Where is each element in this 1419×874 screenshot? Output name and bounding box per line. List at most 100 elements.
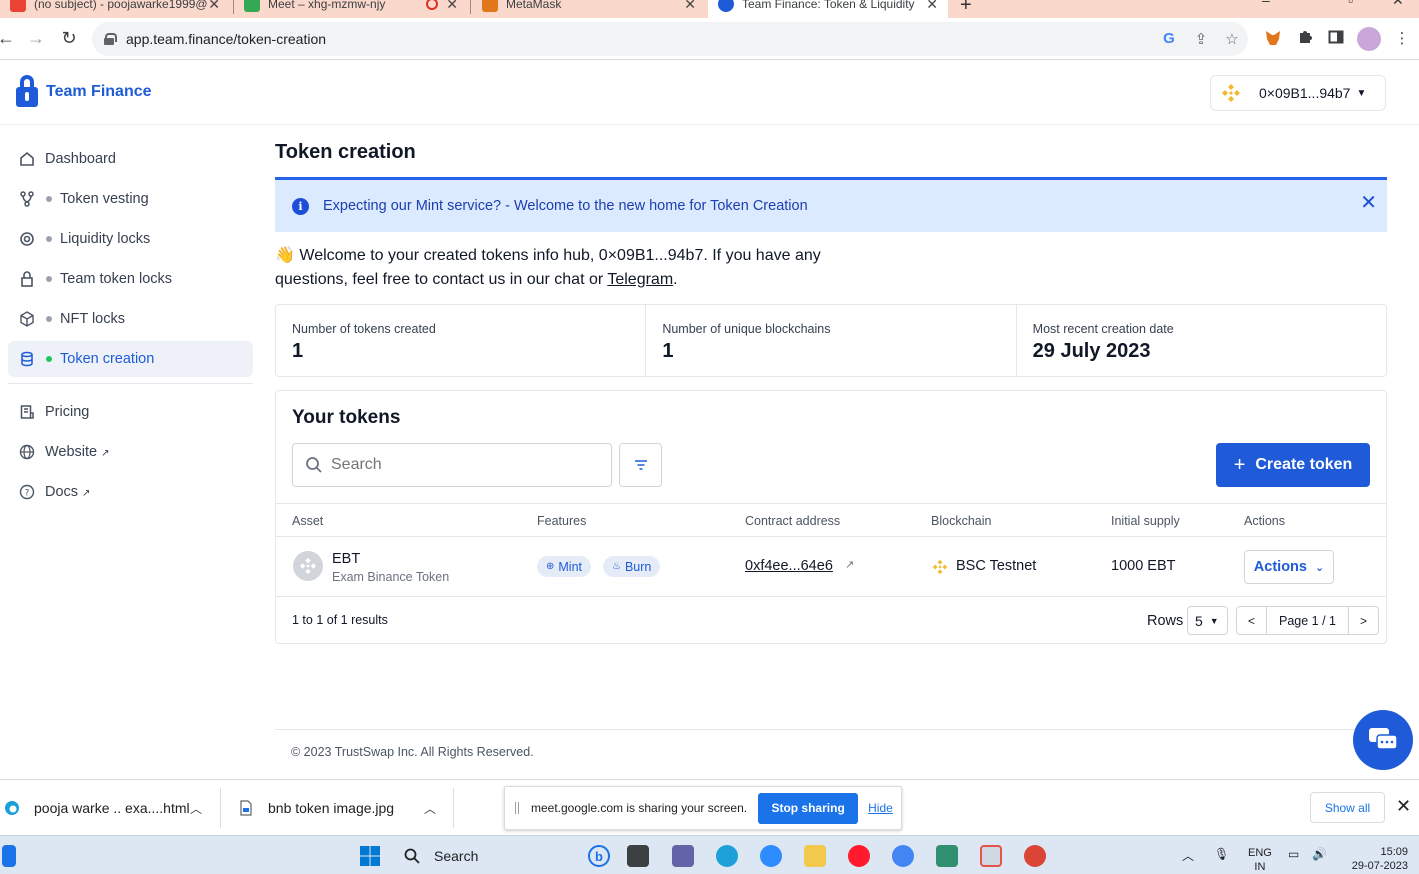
brand[interactable]: Team Finance [16,75,152,109]
system-clock[interactable]: 15:09 29-07-2023 [1344,845,1408,873]
rows-per-page-select[interactable]: 5 ▼ [1187,606,1228,635]
teams-icon[interactable] [672,845,694,867]
column-header-actions: Actions [1244,514,1285,528]
stop-sharing-button[interactable]: Stop sharing [758,792,859,824]
sidebar-item-token-creation[interactable]: Token creation [8,341,253,377]
sidebar-item-nft-locks[interactable]: NFT locks [8,301,253,337]
sidebar-link-docs[interactable]: ? Docs ↗ [8,474,253,510]
contract-address-link[interactable]: 0xf4ee...64e6 [745,558,833,574]
chevron-up-icon[interactable]: ︿ [424,800,436,817]
search-icon [306,457,322,473]
drag-handle-icon[interactable] [515,802,519,814]
close-tab-icon[interactable]: ✕ [684,0,696,13]
start-icon[interactable] [359,845,381,867]
snipping-tool-icon[interactable] [980,845,1002,867]
download-item-html[interactable]: pooja warke .. exa....html ︿ [4,780,219,836]
browser-tab-strip: (no subject) - poojawarke1999@ ✕ Meet – … [0,0,1419,18]
close-tab-icon[interactable]: ✕ [926,0,938,13]
info-icon: i [292,197,309,215]
sidebar-item-liquidity-locks[interactable]: Liquidity locks [8,221,253,257]
download-item-jpg[interactable]: bnb token image.jpg ︿ [238,780,452,836]
address-bar[interactable]: app.team.finance/token-creation G ⇪ ☆ [92,22,1248,56]
reload-icon[interactable]: ↻ [57,26,81,50]
flame-icon: ♨ [612,561,621,572]
task-view-icon[interactable] [627,845,649,867]
pricing-icon [18,403,36,421]
create-token-label: Create token [1255,456,1353,473]
telegram-link[interactable]: Telegram [607,271,673,288]
tab-gmail[interactable]: (no subject) - poojawarke1999@ ✕ [0,0,230,18]
feature-badge-mint: ⊕ Mint [537,556,592,577]
extensions-puzzle-icon[interactable] [1295,29,1315,49]
notepad-icon[interactable] [936,845,958,867]
stat-recent-creation-date: Most recent creation date 29 July 2023 [1017,305,1386,376]
sidebar-item-token-vesting[interactable]: Token vesting [8,181,253,217]
external-link-icon[interactable]: ↗ [845,558,854,571]
token-symbol: EBT [332,551,361,567]
status-dot-active [46,356,52,362]
filter-button[interactable] [619,443,662,487]
close-window-icon[interactable]: ✕ [1392,0,1404,9]
search-input[interactable] [331,456,591,474]
tab-team-finance[interactable]: Team Finance: Token & Liquidity ✕ [708,0,948,18]
share-icon[interactable]: ⇪ [1192,30,1210,48]
bing-icon[interactable]: b [588,845,610,867]
chrome-icon[interactable] [1024,845,1046,867]
back-icon[interactable]: ← [0,26,18,50]
edge-icon[interactable] [716,845,738,867]
stat-value: 29 July 2023 [1032,340,1151,362]
new-tab-button[interactable]: + [960,0,972,17]
wallet-selector[interactable]: 0×09B1...94b7 ▼ [1210,75,1386,111]
close-shelf-icon[interactable]: ✕ [1396,796,1411,817]
close-tab-icon[interactable]: ✕ [446,0,458,13]
forward-icon[interactable]: → [24,26,48,50]
blockchain-name: BSC Testnet [956,558,1037,574]
chevron-up-icon[interactable]: ︿ [190,800,202,817]
show-all-downloads-button[interactable]: Show all [1310,792,1385,823]
taskbar-search[interactable]: Search b [398,841,610,871]
metamask-extension-icon[interactable] [1263,29,1283,49]
sidebar-item-team-token-locks[interactable]: Team token locks [8,261,253,297]
language-indicator[interactable]: ENG IN [1248,846,1272,874]
maximize-icon[interactable]: ▫ [1348,0,1353,8]
next-page-icon[interactable]: > [1349,607,1378,634]
sidebar-item-label: NFT locks [60,311,125,327]
minimize-icon[interactable]: – [1262,0,1270,8]
search-box[interactable] [292,443,612,487]
tab-metamask[interactable]: MetaMask ✕ [472,0,706,18]
file-explorer-icon[interactable] [804,845,826,867]
chat-widget-button[interactable] [1353,710,1413,770]
token-avatar-icon [293,551,323,581]
download-shelf: pooja warke .. exa....html ︿ bnb token i… [0,779,1419,835]
tray-chevron-up-icon[interactable]: ︿ [1182,847,1194,864]
microphone-icon[interactable]: 🎙 [1214,847,1229,861]
plus-icon: + [1233,453,1246,476]
stat-label: Most recent creation date [1032,322,1174,336]
sidebar-link-pricing[interactable]: Pricing [8,394,253,430]
bookmark-star-icon[interactable]: ☆ [1223,30,1241,48]
hide-share-bar-link[interactable]: Hide [868,801,893,815]
side-panel-icon[interactable] [1326,29,1346,49]
row-actions-button[interactable]: Actions ⌄ [1244,550,1334,584]
sidebar-item-dashboard[interactable]: Dashboard [8,141,253,177]
chrome-profile-icon[interactable] [892,845,914,867]
prev-page-icon[interactable]: < [1237,607,1266,634]
widgets-icon[interactable] [2,845,16,867]
opera-icon[interactable] [848,845,870,867]
network-icon[interactable]: ▭ [1288,847,1299,861]
volume-icon[interactable]: 🔊 [1312,847,1327,861]
sidebar-link-label: Pricing [45,404,90,420]
create-token-button[interactable]: + Create token [1216,443,1370,487]
footer-divider [275,729,1387,730]
close-alert-icon[interactable]: ✕ [1360,190,1377,215]
sidebar-item-label: Liquidity locks [60,231,151,247]
sidebar-link-website[interactable]: Website ↗ [8,434,253,470]
profile-avatar[interactable] [1357,27,1381,51]
close-tab-icon[interactable]: ✕ [208,0,220,13]
clock-time: 15:09 [1380,846,1408,858]
browser-menu-icon[interactable]: ⋮ [1392,29,1412,49]
zoom-icon[interactable] [760,845,782,867]
url-text[interactable]: app.team.finance/token-creation [126,31,326,47]
google-lens-icon[interactable]: G [1160,30,1178,47]
tab-meet[interactable]: Meet – xhg-mzmw-njy ✕ [234,0,468,18]
